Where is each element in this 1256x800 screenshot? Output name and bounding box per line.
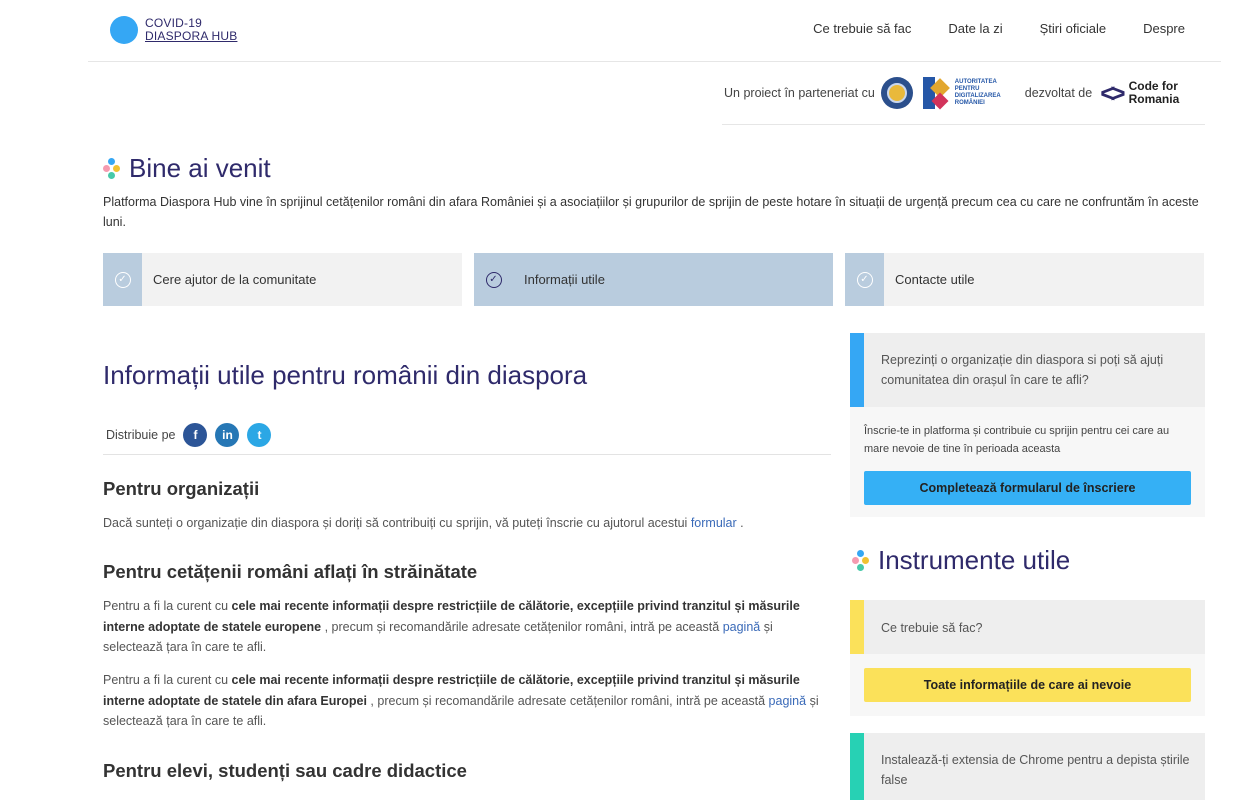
section-text-cetateni-europa: Pentru a fi la curent cu cele mai recent… (103, 599, 800, 654)
formular-link[interactable]: formular (691, 516, 737, 530)
facebook-icon[interactable]: f (183, 423, 208, 447)
section-text-organizatii: Dacă sunteți o organizație din diaspora … (103, 516, 744, 530)
logo-line2: DIASPORA HUB (145, 29, 238, 43)
partners-label: Un proiect în parteneriat cu (724, 86, 875, 100)
nav-item-ce-trebuie[interactable]: Ce trebuie să fac (813, 21, 911, 36)
welcome-description: Platforma Diaspora Hub vine în sprijinul… (103, 195, 1199, 229)
welcome-title: Bine ai venit (129, 153, 271, 183)
adr-logo-text: AUTORITATEA PENTRU DIGITALIZAREA ROMÂNIE… (954, 79, 1001, 106)
check-circle-icon: ✓ (474, 253, 513, 306)
organization-signup-card: Reprezinți o organizație din diaspora si… (850, 333, 1205, 517)
logo-circle-icon (110, 16, 138, 44)
adr-logo[interactable]: AUTORITATEA PENTRU DIGITALIZAREA ROMÂNIE… (922, 77, 1005, 110)
tab-label: Cere ajutor de la comunitate (153, 272, 317, 287)
tools-heading: Instrumente utile (852, 545, 1070, 576)
all-info-button[interactable]: Toate informațiile de care ai nevoie (864, 668, 1191, 702)
colored-dots-icon (852, 549, 870, 572)
colored-dots-icon (103, 157, 121, 180)
tool-card-ce-trebuie: Ce trebuie să fac? Toate informațiile de… (850, 600, 1205, 716)
check-circle-icon: ✓ (103, 253, 142, 306)
nav-item-date[interactable]: Date la zi (948, 21, 1002, 36)
site-header: COVID-19 DIASPORA HUB Ce trebuie să fac … (88, 0, 1221, 62)
adr-logo-icon (922, 77, 950, 110)
divider (103, 454, 831, 455)
tab-contacte-utile[interactable]: ✓ Contacte utile (845, 253, 1204, 306)
pagina-link-europa[interactable]: pagină (723, 620, 761, 634)
twitter-icon[interactable]: t (247, 423, 272, 447)
accent-bar (850, 600, 864, 654)
tools-title: Instrumente utile (878, 545, 1071, 575)
section-title-cetateni: Pentru cetățenii români aflați în străin… (103, 561, 478, 582)
accent-bar (850, 333, 864, 407)
site-logo[interactable]: COVID-19 DIASPORA HUB (110, 16, 237, 44)
page-title: Informații utile pentru românii din dias… (103, 360, 588, 390)
card-head-text: Instalează-ți extensia de Chrome pentru … (881, 753, 1190, 787)
card-head-text: Reprezinți o organizație din diaspora si… (881, 353, 1164, 387)
nav-item-despre[interactable]: Despre (1143, 21, 1185, 36)
card-sub-text: Înscrie-te in platforma și contribuie cu… (864, 425, 1170, 455)
check-circle-icon: ✓ (845, 253, 884, 306)
developer-label: dezvoltat de (1024, 86, 1093, 100)
tab-cere-ajutor[interactable]: ✓ Cere ajutor de la comunitate (103, 253, 462, 306)
section-text-cetateni-non-europa: Pentru a fi la curent cu cele mai recent… (103, 673, 819, 728)
tab-label: Contacte utile (895, 272, 975, 287)
pagina-link-non-europa[interactable]: pagină (769, 694, 807, 708)
government-seal-icon[interactable] (880, 77, 913, 109)
card-head-text: Ce trebuie să fac? (881, 621, 983, 635)
partners-bar: Un proiect în parteneriat cu AUTORITATEA… (722, 62, 1205, 125)
section-title-organizatii: Pentru organizații (103, 478, 260, 499)
tab-label: Informații utile (524, 272, 605, 287)
welcome-heading: Bine ai venit (103, 153, 271, 184)
main-nav: Ce trebuie să fac Date la zi Știri ofici… (776, 21, 1185, 36)
share-bar: Distribuie pe f in t (106, 423, 272, 447)
nav-item-stiri[interactable]: Știri oficiale (1040, 21, 1106, 36)
accent-bar (850, 733, 864, 800)
signup-form-button[interactable]: Completează formularul de înscriere (864, 471, 1191, 505)
linkedin-icon[interactable]: in (215, 423, 240, 447)
tool-card-chrome-extension: Instalează-ți extensia de Chrome pentru … (850, 733, 1205, 800)
code-brackets-icon: <> (1100, 78, 1125, 108)
cfr-line2: Romania (1128, 92, 1180, 106)
code-for-romania-logo[interactable]: <> Code for Romania (1100, 78, 1180, 108)
section-title-elevi: Pentru elevi, studenți sau cadre didacti… (103, 760, 467, 781)
share-label: Distribuie pe (106, 428, 176, 442)
tab-informatii-utile[interactable]: ✓ Informații utile (474, 253, 833, 306)
